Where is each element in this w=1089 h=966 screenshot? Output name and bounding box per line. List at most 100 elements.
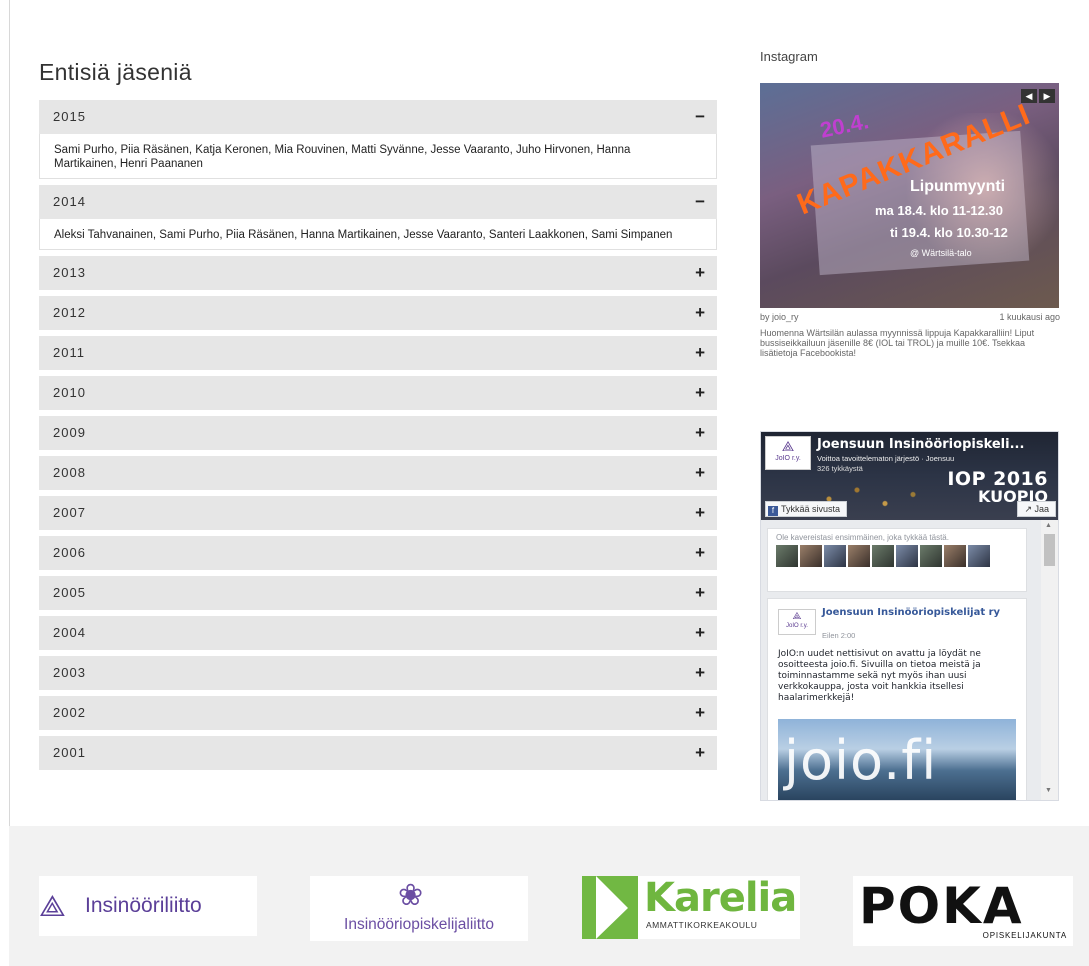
accordion-header-2011[interactable]: 2011 + [39, 336, 717, 370]
facebook-page-name[interactable]: Joensuun Insinööriopiskeli... [817, 437, 1024, 452]
accordion-year-label: 2004 [53, 625, 86, 640]
share-button[interactable]: ↗ Jaa [1017, 501, 1056, 517]
poster-line-3: ti 19.4. klo 10.30-12 [890, 225, 1008, 240]
accordion-panel-2015: Sami Purho, Piia Räsänen, Katja Keronen,… [39, 134, 717, 179]
post-author-avatar[interactable]: ⟁ JoIO r.y. [778, 609, 816, 635]
accordion-header-2007[interactable]: 2007 + [39, 496, 717, 530]
page-logo-text: JoIO r.y. [775, 455, 801, 462]
scrollbar-thumb[interactable] [1044, 534, 1055, 566]
expand-icon[interactable]: + [695, 736, 705, 770]
expand-icon[interactable]: + [695, 656, 705, 690]
accordion-year-label: 2011 [53, 345, 85, 360]
accordion-header-2008[interactable]: 2008 + [39, 456, 717, 490]
expand-icon[interactable]: + [695, 336, 705, 370]
accordion-year-label: 2007 [53, 505, 86, 520]
avatar[interactable] [920, 545, 942, 567]
accordion-year-label: 2010 [53, 385, 86, 400]
insinooriliitto-name: Insinööriliitto [85, 894, 202, 917]
avatar[interactable] [872, 545, 894, 567]
post-author[interactable]: Joensuun Insinööriopiskelijat ry [822, 607, 1012, 618]
facebook-cover[interactable]: ⟁ JoIO r.y. Joensuun Insinööriopiskeli..… [761, 432, 1058, 520]
avatar[interactable] [944, 545, 966, 567]
facebook-post: ⟁ JoIO r.y. Joensuun Insinööriopiskelija… [767, 598, 1027, 800]
left-border [9, 0, 10, 966]
avatar[interactable] [776, 545, 798, 567]
iopl-name: Insinööriopiskelijaliitto [344, 916, 494, 933]
poster-line-2: ma 18.4. klo 11-12.30 [875, 203, 1003, 218]
accordion-item-2013: 2013 + [39, 256, 717, 290]
poka-name: POKA [859, 877, 1024, 935]
expand-icon[interactable]: + [695, 536, 705, 570]
member-list: Aleksi Tahvanainen, Sami Purho, Piia Räs… [54, 229, 673, 241]
accordion-header-2001[interactable]: 2001 + [39, 736, 717, 770]
accordion-item-2015: 2015 − Sami Purho, Piia Räsänen, Katja Ker… [39, 100, 717, 179]
accordion-header-2012[interactable]: 2012 + [39, 296, 717, 330]
accordion-item-2007: 2007 + [39, 496, 717, 530]
accordion-header-2004[interactable]: 2004 + [39, 616, 717, 650]
expand-icon[interactable]: + [695, 576, 705, 610]
instagram-caption: Huomenna Wärtsilän aulassa myynnissä lip… [760, 328, 1035, 358]
insinooriliitto-logo-icon: ⟁ [39, 890, 66, 923]
accordion-year-label: 2008 [53, 465, 86, 480]
expand-icon[interactable]: + [695, 296, 705, 330]
karelia-subtitle: AMMATTIKORKEAKOULU [646, 920, 758, 930]
accordion-header-2002[interactable]: 2002 + [39, 696, 717, 730]
facebook-scrollbar[interactable]: ▲ ▼ [1041, 520, 1058, 800]
iopl-logo[interactable]: ❀ Insinööriopiskelijaliitto [310, 876, 528, 941]
expand-icon[interactable]: + [695, 496, 705, 530]
instagram-photo[interactable]: 20.4. KAPAKKARALLI Lipunmyynti ma 18.4. … [760, 83, 1059, 308]
accordion-year-label: 2014 [53, 194, 86, 209]
accordion-panel-2014: Aleksi Tahvanainen, Sami Purho, Piia Räs… [39, 219, 717, 250]
accordion-item-2008: 2008 + [39, 456, 717, 490]
karelia-logo-icon [582, 876, 638, 939]
accordion-item-2012: 2012 + [39, 296, 717, 330]
accordion-header-2010[interactable]: 2010 + [39, 376, 717, 410]
poka-logo[interactable]: POKA OPISKELIJAKUNTA [853, 876, 1073, 946]
expand-icon[interactable]: + [695, 616, 705, 650]
like-page-label: Tykkää sivusta [781, 504, 841, 514]
avatar[interactable] [848, 545, 870, 567]
expand-icon[interactable]: + [695, 696, 705, 730]
accordion-header-2009[interactable]: 2009 + [39, 416, 717, 450]
friends-like-box: Ole kavereistasi ensimmäinen, joka tykkä… [767, 528, 1027, 592]
avatar[interactable] [896, 545, 918, 567]
post-image[interactable]: joio.fi [778, 719, 1016, 800]
accordion-header-2006[interactable]: 2006 + [39, 536, 717, 570]
instagram-user-link[interactable]: by joio_ry [760, 312, 799, 322]
accordion-year-label: 2012 [53, 305, 86, 320]
accordion-year-label: 2002 [53, 705, 86, 720]
accordion-header-2003[interactable]: 2003 + [39, 656, 717, 690]
post-logo-text: JoIO r.y. [786, 623, 808, 629]
accordion-year-label: 2013 [53, 265, 86, 280]
scroll-down-icon[interactable]: ▼ [1045, 787, 1052, 794]
avatar[interactable] [968, 545, 990, 567]
accordion-item-2011: 2011 + [39, 336, 717, 370]
poster-line-4: @ Wärtsilä-talo [910, 248, 972, 258]
accordion-year-label: 2009 [53, 425, 86, 440]
expand-icon[interactable]: + [695, 416, 705, 450]
like-page-button[interactable]: f Tykkää sivusta [765, 501, 848, 517]
avatar[interactable] [800, 545, 822, 567]
next-arrow-icon[interactable]: ▶ [1039, 89, 1055, 103]
scroll-up-icon[interactable]: ▲ [1045, 522, 1052, 529]
collapse-icon[interactable]: − [695, 185, 705, 219]
karelia-logo[interactable]: Karelia AMMATTIKORKEAKOULU [582, 876, 800, 939]
accordion-header-2013[interactable]: 2013 + [39, 256, 717, 290]
post-time[interactable]: Eilen 2:00 [822, 631, 855, 640]
expand-icon[interactable]: + [695, 376, 705, 410]
accordion-header-2005[interactable]: 2005 + [39, 576, 717, 610]
expand-icon[interactable]: + [695, 256, 705, 290]
collapse-icon[interactable]: − [695, 100, 705, 134]
accordion-header-2014[interactable]: 2014 − [39, 185, 717, 219]
accordion-header-2015[interactable]: 2015 − [39, 100, 717, 134]
accordion-year-label: 2001 [53, 745, 86, 760]
accordion-item-2001: 2001 + [39, 736, 717, 770]
accordion-item-2006: 2006 + [39, 536, 717, 570]
accordion-item-2009: 2009 + [39, 416, 717, 450]
accordion-item-2004: 2004 + [39, 616, 717, 650]
expand-icon[interactable]: + [695, 456, 705, 490]
page-logo[interactable]: ⟁ JoIO r.y. [765, 436, 811, 470]
insinooriliitto-logo[interactable]: ⟁ Insinööriliitto [39, 876, 257, 936]
avatar[interactable] [824, 545, 846, 567]
prev-arrow-icon[interactable]: ◀ [1021, 89, 1037, 103]
